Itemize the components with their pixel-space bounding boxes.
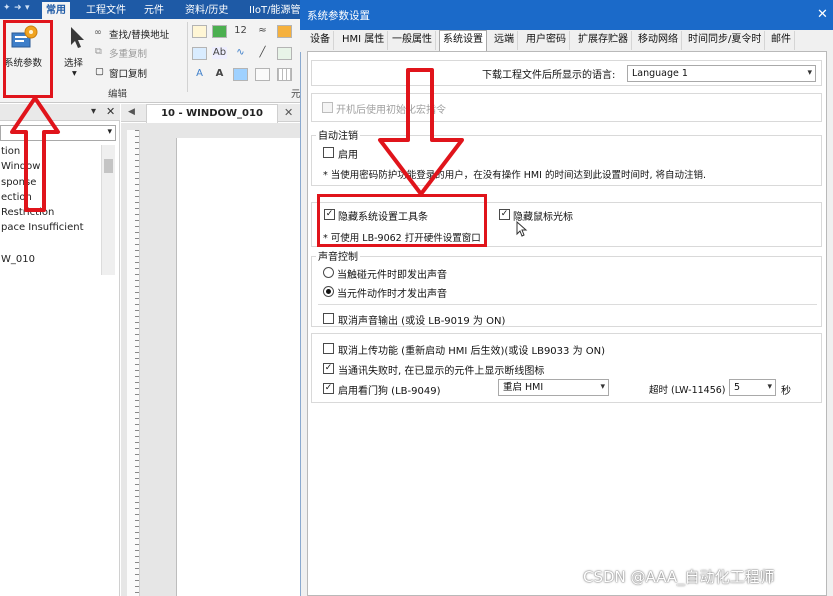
font-icon[interactable]: A xyxy=(192,68,207,80)
divider xyxy=(318,304,817,305)
find-replace-icon: ∞ xyxy=(94,27,102,38)
tree-item[interactable]: W_010 xyxy=(1,254,35,265)
tab-device[interactable]: 设备 xyxy=(307,31,334,50)
chevron-down-icon: ▾ xyxy=(807,68,812,78)
bulb-icon[interactable] xyxy=(192,25,207,38)
dropdown-object-icon[interactable] xyxy=(192,47,207,60)
close-icon[interactable]: ✕ xyxy=(106,105,115,118)
chevron-down-icon: ▾ xyxy=(767,382,772,392)
auto-logout-checkbox[interactable] xyxy=(323,147,334,158)
ribbon-tab-home[interactable]: 常用 xyxy=(42,2,70,19)
edit-group-label: 编辑 xyxy=(108,89,128,100)
select-button[interactable]: 选择 xyxy=(64,55,83,69)
trend-icon[interactable]: ∿ xyxy=(233,47,248,59)
highlight-box-system-params xyxy=(3,20,53,98)
quick-access-icon[interactable]: ✦ xyxy=(3,3,11,13)
line-chart-icon[interactable]: ≈ xyxy=(255,25,270,37)
cancel-upload-label: 取消上传功能 (重新启动 HMI 后生效)(或设 LB9033 为 ON) xyxy=(338,346,606,357)
tab-general[interactable]: 一般属性 xyxy=(389,31,436,50)
tab-user-password[interactable]: 用户密码 xyxy=(523,31,570,50)
language-value: Language 1 xyxy=(632,68,688,79)
ribbon-tab-project[interactable]: 工程文件 xyxy=(82,2,130,19)
auto-logout-title: 自动注销 xyxy=(316,127,360,142)
toggle-switch-icon[interactable] xyxy=(212,25,227,38)
watchdog-action-select[interactable]: 重启 HMI ▾ xyxy=(498,379,609,396)
tab-time-sync[interactable]: 时间同步/夏令时 xyxy=(685,31,766,50)
up-arrow-annotation xyxy=(10,96,60,212)
sound-on-touch-label: 当触碰元件时即发出声音 xyxy=(337,270,447,281)
sound-on-action-radio[interactable] xyxy=(323,286,334,297)
cancel-sound-label: 取消声音输出 (或设 LB-9019 为 ON) xyxy=(338,316,506,327)
tab-hmi-properties[interactable]: HMI 属性 xyxy=(339,31,389,50)
auto-logout-enable-label: 启用 xyxy=(338,150,358,161)
shape-icon[interactable] xyxy=(277,47,292,60)
tab-email[interactable]: 邮件 xyxy=(768,31,795,50)
tree-item[interactable]: pace Insufficient xyxy=(1,222,84,233)
chevron-down-icon: ▾ xyxy=(600,382,605,392)
ribbon-tab-iiot[interactable]: IIoT/能源管 xyxy=(245,2,305,19)
ribbon-divider xyxy=(187,22,188,92)
multi-copy-button[interactable]: 多重复制 xyxy=(109,46,147,60)
close-icon[interactable]: ✕ xyxy=(817,7,828,22)
close-icon[interactable]: ✕ xyxy=(284,106,293,119)
find-replace-button[interactable]: 查找/替换地址 xyxy=(109,27,169,41)
vertical-ruler xyxy=(127,130,140,596)
document-tab[interactable]: 10 - WINDOW_010 xyxy=(146,104,278,123)
tab-mobile-network[interactable]: 移动网络 xyxy=(635,31,682,50)
chevron-down-icon: ▾ xyxy=(107,127,112,137)
watchdog-checkbox[interactable]: ✓ xyxy=(323,383,334,394)
tab-remote[interactable]: 远端 xyxy=(491,31,518,50)
language-select[interactable]: Language 1 ▾ xyxy=(627,65,816,82)
text-icon[interactable]: A xyxy=(212,68,227,80)
rectangle-icon[interactable] xyxy=(255,68,270,81)
dropdown-icon[interactable]: ▾ xyxy=(25,3,30,13)
timeout-label: 超时 (LW-11456) : xyxy=(649,385,732,396)
numeric-icon[interactable]: 12 xyxy=(233,25,248,37)
window-copy-icon: ▢ xyxy=(95,66,104,77)
sound-control-title: 声音控制 xyxy=(316,248,360,263)
line-icon[interactable]: ╱ xyxy=(255,47,270,59)
folder-icon[interactable] xyxy=(277,25,292,38)
sound-on-touch-radio[interactable] xyxy=(323,267,334,278)
sound-on-action-label: 当元件动作时才发出声音 xyxy=(337,289,447,300)
ribbon-tab-data-history[interactable]: 资料/历史 xyxy=(181,2,232,19)
pane-menu-icon[interactable]: ▾ xyxy=(91,106,96,117)
select-dropdown-icon[interactable]: ▾ xyxy=(72,68,77,79)
window-copy-button[interactable]: 窗口复制 xyxy=(109,66,147,80)
tree-scrollbar[interactable] xyxy=(101,145,115,275)
cancel-sound-checkbox[interactable] xyxy=(323,313,334,324)
timeout-select[interactable]: 5 ▾ xyxy=(729,379,776,396)
show-disconnect-label: 当通讯失败时, 在已显示的元件上显示断线图标 xyxy=(338,366,545,377)
hide-cursor-checkbox[interactable]: ✓ xyxy=(499,209,510,220)
watchdog-action-value: 重启 HMI xyxy=(503,382,544,393)
picture-icon[interactable] xyxy=(233,68,248,81)
boot-macro-checkbox[interactable] xyxy=(322,102,333,113)
tab-extended-memory[interactable]: 扩展存贮器 xyxy=(575,31,632,50)
scrollbar-thumb[interactable] xyxy=(104,159,113,173)
dialog-title-bar xyxy=(300,0,833,30)
timeout-unit: 秒 xyxy=(781,386,791,397)
tab-system-settings[interactable]: 系统设置 xyxy=(439,30,487,52)
abc-text-icon[interactable]: Ab xyxy=(212,47,227,59)
highlight-box-hide-toolbar xyxy=(317,194,487,247)
scroll-left-icon[interactable]: ◀ xyxy=(128,107,135,117)
select-cursor-icon[interactable] xyxy=(67,25,87,49)
mouse-pointer-icon xyxy=(516,220,528,237)
show-disconnect-checkbox[interactable]: ✓ xyxy=(323,363,334,374)
window-page[interactable] xyxy=(176,138,305,596)
watermark: CSDN @AAA_自动化工程师 xyxy=(583,568,775,586)
down-arrow-annotation xyxy=(378,68,464,196)
language-label: 下载工程文件后所显示的语言: xyxy=(482,70,616,81)
table-icon[interactable] xyxy=(277,68,292,81)
multi-copy-icon: ⧉ xyxy=(95,46,102,57)
timeout-value: 5 xyxy=(734,382,741,393)
dialog-title: 系统参数设置 xyxy=(307,10,370,22)
watchdog-label: 启用看门狗 (LB-9049) xyxy=(338,386,441,397)
ribbon-tab-objects[interactable]: 元件 xyxy=(140,2,168,19)
cancel-upload-checkbox[interactable] xyxy=(323,343,334,354)
undo-icon[interactable]: ➜ xyxy=(14,3,22,13)
